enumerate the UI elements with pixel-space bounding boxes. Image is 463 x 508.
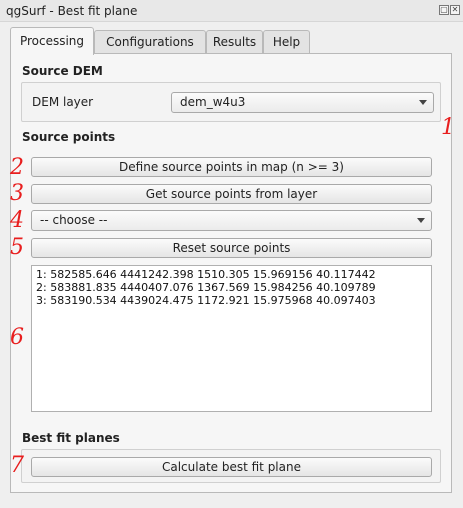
- processing-pane: Source DEM DEM layer dem_w4u3 Source poi…: [10, 53, 452, 493]
- close-icon[interactable]: ✕: [450, 5, 460, 15]
- source-dem-group: DEM layer dem_w4u3: [21, 82, 441, 122]
- reset-source-points-button[interactable]: Reset source points: [31, 238, 432, 258]
- annotation-3: 3: [10, 181, 24, 206]
- annotation-4: 4: [10, 208, 24, 233]
- chevron-down-icon: [417, 218, 425, 223]
- tab-results[interactable]: Results: [206, 30, 263, 54]
- get-source-points-button[interactable]: Get source points from layer: [31, 184, 432, 204]
- dem-layer-combo[interactable]: dem_w4u3: [171, 92, 434, 113]
- list-item: 3: 583190.534 4439024.475 1172.921 15.97…: [36, 294, 376, 307]
- annotation-6: 6: [10, 325, 24, 350]
- source-points-title: Source points: [22, 130, 116, 144]
- chevron-down-icon: [419, 100, 427, 105]
- tab-configurations[interactable]: Configurations: [94, 30, 206, 54]
- source-dem-title: Source DEM: [22, 64, 103, 78]
- best-fit-group: Calculate best fit plane: [21, 449, 441, 483]
- source-points-textarea[interactable]: 1: 582585.646 4441242.398 1510.305 15.96…: [31, 265, 432, 412]
- source-layer-combo[interactable]: -- choose --: [31, 210, 432, 231]
- tab-processing[interactable]: Processing: [10, 27, 94, 55]
- annotation-7: 7: [10, 453, 24, 478]
- source-layer-value: -- choose --: [40, 213, 108, 227]
- define-source-points-button[interactable]: Define source points in map (n >= 3): [31, 157, 432, 177]
- dem-layer-label: DEM layer: [32, 95, 94, 109]
- list-item: 2: 583881.835 4440407.076 1367.569 15.98…: [36, 281, 376, 294]
- annotation-1: 1: [441, 115, 455, 140]
- calculate-best-fit-button[interactable]: Calculate best fit plane: [31, 457, 432, 477]
- window-titlebar: qgSurf - Best fit plane ▢ ✕: [0, 0, 463, 22]
- annotation-5: 5: [10, 235, 24, 260]
- best-fit-title: Best fit planes: [22, 431, 120, 445]
- list-item: 1: 582585.646 4441242.398 1510.305 15.96…: [36, 268, 376, 281]
- tab-help[interactable]: Help: [263, 30, 310, 54]
- annotation-2: 2: [10, 155, 24, 180]
- float-icon[interactable]: ▢: [439, 5, 449, 15]
- dem-layer-value: dem_w4u3: [180, 95, 246, 109]
- window-title: qgSurf - Best fit plane: [6, 4, 138, 18]
